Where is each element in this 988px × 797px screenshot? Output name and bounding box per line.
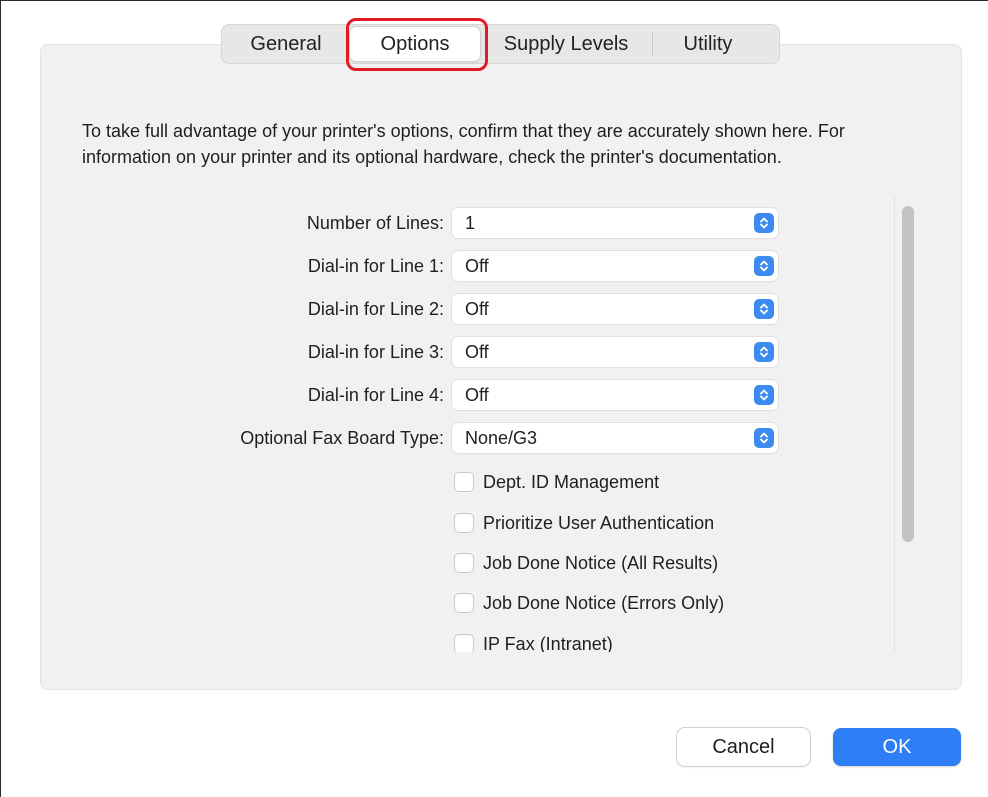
prioritize-user-auth-checkbox[interactable]: [454, 513, 474, 533]
chevron-up-down-icon: [754, 342, 774, 362]
field-row-dial-in-line-4: Dial-in for Line 4: Off: [82, 380, 894, 410]
checkbox-label: Job Done Notice (Errors Only): [483, 592, 725, 613]
select-value: Off: [465, 384, 489, 405]
scrollbar-thumb[interactable]: [902, 206, 914, 542]
field-row-dial-in-line-3: Dial-in for Line 3: Off: [82, 337, 894, 367]
job-done-errors-checkbox[interactable]: [454, 593, 474, 613]
scrollbar-divider: [894, 196, 895, 652]
window-edge-top: [0, 0, 988, 1]
field-label: Number of Lines:: [306, 212, 444, 233]
select-value: Off: [465, 255, 489, 276]
fax-board-type-select[interactable]: None/G3: [452, 423, 778, 453]
checkbox-row-job-done-errors[interactable]: Job Done Notice (Errors Only): [454, 589, 724, 617]
chevron-up-down-icon: [754, 256, 774, 276]
checkbox-label: Job Done Notice (All Results): [483, 552, 719, 573]
dial-in-line-2-select[interactable]: Off: [452, 294, 778, 324]
dept-id-management-checkbox[interactable]: [454, 472, 474, 492]
vertical-scrollbar[interactable]: [894, 196, 922, 652]
chevron-up-down-icon: [754, 213, 774, 233]
select-value: None/G3: [465, 427, 538, 448]
tab-bar: General Options Supply Levels Utility: [221, 24, 780, 64]
checkbox-row-prioritize-auth[interactable]: Prioritize User Authentication: [454, 509, 714, 537]
dial-in-line-3-select[interactable]: Off: [452, 337, 778, 367]
tab-utility[interactable]: Utility: [653, 27, 763, 61]
options-scroll-area[interactable]: Number of Lines: 1 Dial-in for Line 1: O…: [82, 196, 894, 652]
chevron-up-down-icon: [754, 385, 774, 405]
checkbox-row-dept-id[interactable]: Dept. ID Management: [454, 468, 659, 496]
field-label: Dial-in for Line 2:: [307, 298, 444, 319]
checkbox-label: IP Fax (Intranet): [483, 633, 613, 653]
chevron-up-down-icon: [754, 428, 774, 448]
checkbox-row-ip-fax[interactable]: IP Fax (Intranet): [454, 630, 613, 652]
field-label: Dial-in for Line 3:: [307, 341, 444, 362]
field-row-dial-in-line-1: Dial-in for Line 1: Off: [82, 251, 894, 281]
dial-in-line-4-select[interactable]: Off: [452, 380, 778, 410]
tab-options[interactable]: Options: [350, 27, 480, 61]
cancel-button[interactable]: Cancel: [677, 728, 810, 766]
chevron-up-down-icon: [754, 299, 774, 319]
job-done-all-checkbox[interactable]: [454, 553, 474, 573]
number-of-lines-select[interactable]: 1: [452, 208, 778, 238]
checkbox-row-job-done-all[interactable]: Job Done Notice (All Results): [454, 549, 718, 577]
window-edge-left: [0, 0, 1, 797]
field-label: Dial-in for Line 4:: [307, 384, 444, 405]
select-value: Off: [465, 341, 489, 362]
tab-general[interactable]: General: [222, 27, 350, 61]
checkbox-label: Dept. ID Management: [483, 471, 660, 492]
field-row-number-of-lines: Number of Lines: 1: [82, 208, 894, 238]
ip-fax-intranet-checkbox[interactable]: [454, 634, 474, 652]
intro-text: To take full advantage of your printer's…: [82, 121, 845, 167]
field-label: Optional Fax Board Type:: [240, 427, 444, 448]
checkbox-label: Prioritize User Authentication: [483, 512, 715, 533]
field-row-fax-board-type: Optional Fax Board Type: None/G3: [82, 423, 894, 453]
select-value: Off: [465, 298, 489, 319]
tab-supply-levels[interactable]: Supply Levels: [480, 27, 652, 61]
select-value: 1: [465, 212, 476, 233]
field-row-dial-in-line-2: Dial-in for Line 2: Off: [82, 294, 894, 324]
dial-in-line-1-select[interactable]: Off: [452, 251, 778, 281]
ok-button[interactable]: OK: [833, 728, 961, 766]
field-label: Dial-in for Line 1:: [307, 255, 444, 276]
